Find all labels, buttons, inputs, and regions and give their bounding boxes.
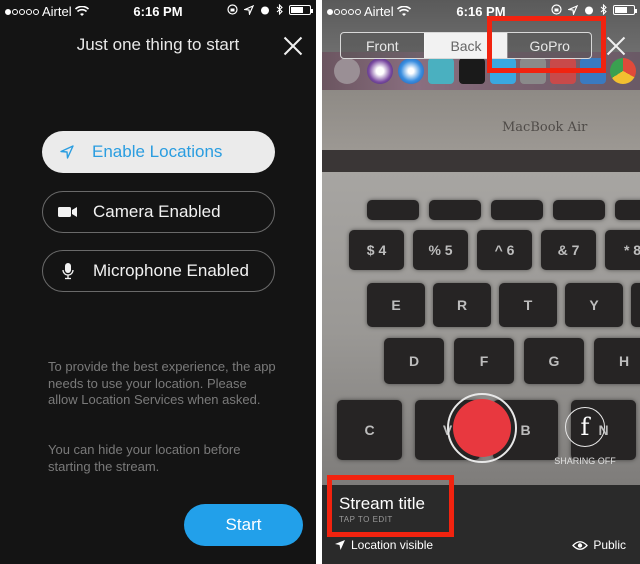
location-arrow-icon	[568, 4, 578, 15]
keyboard-key: R	[433, 283, 491, 327]
keyboard-key: D	[384, 338, 444, 384]
camera-enabled-button[interactable]: Camera Enabled	[42, 191, 275, 233]
close-icon[interactable]	[606, 36, 626, 56]
public-label: Public	[593, 538, 626, 552]
keyboard-key: & 7	[541, 230, 596, 270]
status-bar: Airtel 6:16 PM	[0, 0, 316, 22]
keyboard-key: ^ 6	[477, 230, 532, 270]
facebook-icon: f	[580, 413, 590, 441]
laptop-lid	[322, 90, 640, 150]
keyboard-fn-key	[429, 200, 481, 220]
location-arrow-icon	[60, 145, 74, 159]
facebook-share-button[interactable]: f	[565, 407, 605, 447]
permissions-screen: Airtel 6:16 PM Just one thing to start E…	[0, 0, 316, 564]
microphone-icon	[62, 263, 74, 280]
keyboard-key: T	[499, 283, 557, 327]
screen-title: Just one thing to start	[76, 35, 240, 54]
keyboard-key: G	[524, 338, 584, 384]
keyboard-key: H	[594, 338, 640, 384]
video-camera-icon	[58, 207, 77, 217]
start-button[interactable]: Start	[184, 504, 303, 546]
keyboard-key: Y	[565, 283, 623, 327]
keyboard-key: * 8	[605, 230, 640, 270]
camera-option-front[interactable]: Front	[341, 33, 424, 58]
keyboard-key: $ 4	[349, 230, 404, 270]
record-button[interactable]	[447, 393, 517, 463]
keyboard-fn-key	[367, 200, 419, 220]
keyboard-key: F	[454, 338, 514, 384]
enable-locations-button[interactable]: Enable Locations	[42, 131, 275, 173]
alarm-icon	[261, 6, 269, 14]
location-info-text: To provide the best experience, the app …	[48, 359, 276, 407]
alarm-icon	[585, 6, 593, 14]
location-visibility-toggle[interactable]: Location visible	[334, 538, 433, 552]
keyboard-key: U	[631, 283, 640, 327]
gopro-highlight-box	[487, 16, 606, 73]
bluetooth-icon	[600, 4, 607, 15]
location-arrow-icon	[335, 540, 345, 550]
location-arrow-icon	[244, 4, 254, 15]
keyboard-fn-key	[491, 200, 543, 220]
stream-title-highlight-box	[327, 475, 454, 537]
keyboard-key: % 5	[413, 230, 468, 270]
hide-location-info-text: You can hide your location before starti…	[48, 442, 241, 474]
location-visible-label: Location visible	[351, 538, 434, 552]
keyboard-key: C	[337, 400, 402, 460]
orientation-lock-icon	[227, 4, 238, 15]
keyboard-fn-key	[615, 200, 640, 220]
microphone-enabled-label: Microphone Enabled	[93, 261, 249, 280]
camera-screen: MacBook Air $ 4% 5^ 6& 7* 8ERTYUDFGHJCVB…	[322, 0, 640, 564]
battery-icon	[613, 4, 637, 15]
enable-locations-label: Enable Locations	[92, 142, 223, 161]
laptop-label: MacBook Air	[502, 120, 588, 135]
close-icon[interactable]	[283, 36, 303, 56]
orientation-lock-icon	[551, 4, 562, 15]
bluetooth-icon	[276, 4, 283, 15]
battery-icon	[289, 4, 313, 15]
privacy-toggle[interactable]: Public	[572, 538, 626, 552]
camera-enabled-label: Camera Enabled	[93, 202, 221, 221]
keyboard-fn-key	[553, 200, 605, 220]
microphone-enabled-button[interactable]: Microphone Enabled	[42, 250, 275, 292]
keyboard-key: E	[367, 283, 425, 327]
sharing-status-label: SHARING OFF	[554, 456, 616, 466]
eye-icon	[572, 540, 589, 550]
